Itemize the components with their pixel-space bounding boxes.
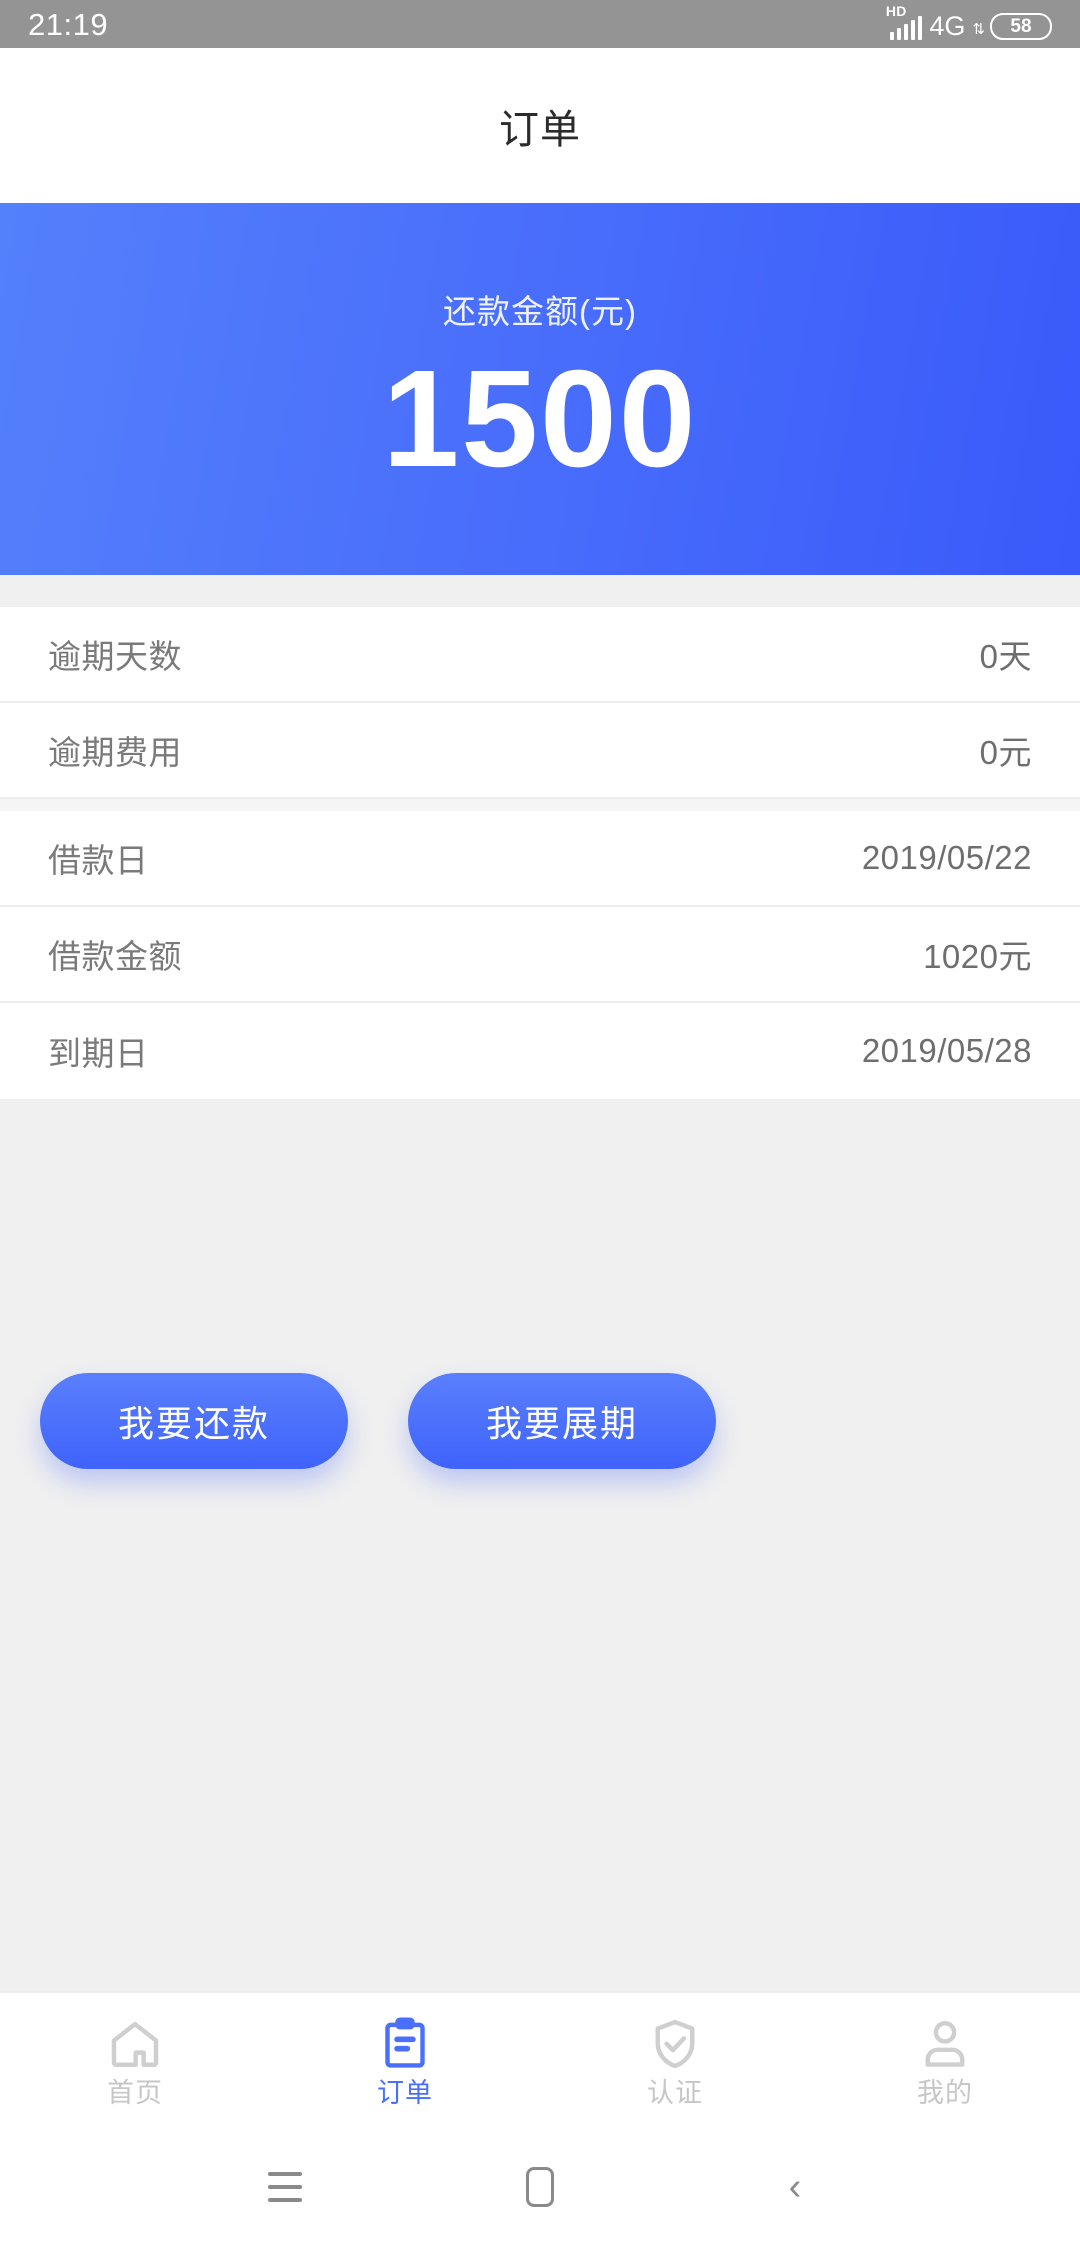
- row-label: 借款金额: [48, 938, 182, 975]
- repayment-amount-value: 1500: [382, 342, 698, 496]
- action-button-group: 我要还款 我要展期: [0, 1373, 1080, 1469]
- row-value: 2019/05/22: [861, 839, 1032, 876]
- home-icon: [107, 2016, 163, 2072]
- repay-button[interactable]: 我要还款: [40, 1373, 348, 1469]
- signal-strength-icon: HD: [886, 4, 923, 40]
- status-bar: 21:19 HD 4G ⇅ 58: [0, 0, 1080, 48]
- table-row: 逾期费用 0元: [0, 703, 1080, 799]
- row-value: 2019/05/28: [861, 1032, 1032, 1069]
- row-label: 到期日: [48, 1035, 149, 1072]
- hd-label: HD: [885, 3, 907, 19]
- tab-profile[interactable]: 我的: [810, 1993, 1080, 2130]
- recents-icon[interactable]: [250, 2152, 320, 2222]
- tab-orders[interactable]: 订单: [270, 1993, 540, 2130]
- row-value: 0元: [979, 734, 1032, 771]
- clipboard-icon: [377, 2016, 433, 2072]
- back-chevron-label: ‹: [788, 2166, 802, 2208]
- signal-bars-icon: [888, 16, 923, 40]
- tab-verification-label: 认证: [647, 2078, 703, 2108]
- tab-home[interactable]: 首页: [0, 1993, 270, 2130]
- bottom-tab-bar: 首页 订单 认证 我的: [0, 1991, 1080, 2130]
- loan-details-card: 逾期天数 0天 逾期费用 0元 借款日 2019/05/22 借款金额 1020…: [0, 607, 1080, 1099]
- battery-percent-label: 58: [1010, 16, 1032, 37]
- row-value: 0天: [979, 638, 1032, 675]
- battery-icon: 58: [990, 13, 1052, 40]
- extend-button[interactable]: 我要展期: [408, 1373, 716, 1469]
- shield-check-icon: [647, 2016, 703, 2072]
- tab-verification[interactable]: 认证: [540, 1993, 810, 2130]
- table-row: 借款日 2019/05/22: [0, 811, 1080, 907]
- section-divider: [0, 799, 1080, 811]
- back-icon[interactable]: ‹: [760, 2152, 830, 2222]
- data-transfer-icon: ⇅: [972, 21, 985, 38]
- row-label: 逾期天数: [48, 638, 182, 675]
- table-row: 到期日 2019/05/28: [0, 1003, 1080, 1099]
- row-value: 1020元: [923, 938, 1032, 975]
- table-row: 逾期天数 0天: [0, 607, 1080, 703]
- page-title: 订单: [499, 107, 581, 152]
- repayment-amount-label: 还款金额(元): [443, 293, 637, 330]
- phone-screen: 21:19 HD 4G ⇅ 58 订单 还款金额(元) 1500 逾期天数 0天: [0, 0, 1080, 2244]
- row-label: 逾期费用: [48, 734, 182, 771]
- status-bar-clock: 21:19: [28, 6, 109, 42]
- status-bar-indicators: HD 4G ⇅ 58: [886, 4, 1052, 41]
- network-type-label: 4G: [929, 11, 966, 41]
- table-row: 借款金额 1020元: [0, 907, 1080, 1003]
- repayment-hero-banner: 还款金额(元) 1500: [0, 203, 1080, 575]
- tab-profile-label: 我的: [917, 2078, 973, 2108]
- person-icon: [917, 2016, 973, 2072]
- app-header: 订单: [0, 48, 1080, 203]
- row-label: 借款日: [48, 842, 149, 879]
- home-square-icon[interactable]: [505, 2152, 575, 2222]
- tab-orders-label: 订单: [377, 2078, 433, 2108]
- tab-home-label: 首页: [107, 2078, 163, 2108]
- android-navigation-bar: ‹: [0, 2130, 1080, 2244]
